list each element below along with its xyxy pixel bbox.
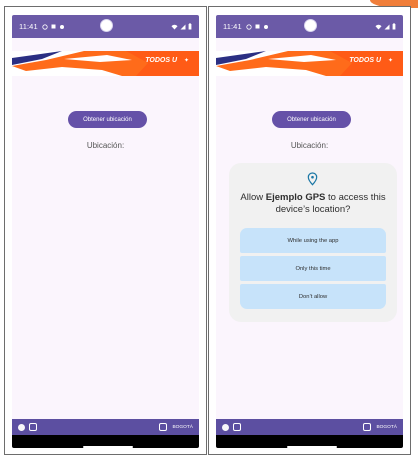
footer-right-logos: BOGOTÁ [363,423,397,431]
right-screenshot-frame: 11:41 TODOS U ✦ Obtener ubicación Ubicac… [208,6,411,455]
left-screenshot-frame: 11:41 TODOS U ✦ Obtener ubicación Ubicac… [4,6,207,455]
footer-bar: BOGOTÁ [216,419,403,435]
front-camera-icon [100,19,113,32]
status-time: 11:41 [223,22,242,31]
signal-icon [180,24,186,30]
phone-screen-left: 11:41 TODOS U ✦ Obtener ubicación Ubicac… [12,15,199,448]
footer-logo-icon [29,423,37,431]
location-label: Ubicación: [290,141,329,150]
status-left-icons [246,23,269,30]
wifi-icon [171,24,178,30]
header-banner: TODOS U ✦ [12,51,199,76]
banner-brand-text: TODOS U [349,57,381,64]
front-camera-icon [304,19,317,32]
footer-logo-icon [159,423,168,431]
square-icon [51,24,56,29]
home-handle[interactable] [287,446,337,448]
footer-logo-icon [222,423,229,431]
square-icon [255,24,260,29]
footer-logo-left-2 [233,423,241,431]
footer-brand-text: BOGOTÁ [376,424,397,430]
battery-icon [188,23,192,30]
footer-logo-right-1 [363,423,372,431]
battery-icon [392,23,396,30]
status-time: 11:41 [19,22,38,31]
status-right-icons [375,23,396,30]
status-right-icons [171,23,192,30]
banner-brand-text: TODOS U [145,57,177,64]
location-pin-icon [307,172,318,186]
footer-logo-left-1 [18,423,25,431]
while-using-app-button[interactable]: While using the app [240,228,386,253]
footer-logo-left-2 [29,423,37,431]
get-location-button[interactable]: Obtener ubicación [272,111,351,128]
footer-brand-text: BOGOTÁ [172,424,193,430]
notification-icon [42,23,48,30]
only-this-time-button[interactable]: Only this time [240,256,386,281]
footer-logo-right-1 [159,423,168,431]
banner-decoration-icon: ✦ [183,58,189,64]
footer-logo-icon [233,423,241,431]
comparison-canvas: 11:41 TODOS U ✦ Obtener ubicación Ubicac… [0,0,418,461]
footer-logo-left-1 [222,423,229,431]
location-label: Ubicación: [86,141,125,150]
footer-logo-right-2: BOGOTÁ [172,425,193,430]
footer-right-logos: BOGOTÁ [159,423,193,431]
footer-logo-icon [18,423,25,431]
footer-left-logos [18,423,37,431]
status-bar: 11:41 [216,15,403,38]
banner-decoration-icon: ✦ [387,58,393,64]
header-banner: TODOS U ✦ [216,51,403,76]
location-permission-dialog: Allow Ejemplo GPS to access this device’… [229,163,397,322]
status-bar: 11:41 [12,15,199,38]
wifi-icon [375,24,382,30]
footer-bar: BOGOTÁ [12,419,199,435]
circle-icon [59,24,65,30]
status-left-icons [42,23,65,30]
notification-icon [246,23,252,30]
home-handle[interactable] [83,446,133,448]
footer-logo-icon [363,423,372,431]
app-name: Ejemplo GPS [265,192,326,203]
signal-icon [384,24,390,30]
footer-logo-right-2: BOGOTÁ [376,425,397,430]
phone-screen-right: 11:41 TODOS U ✦ Obtener ubicación Ubicac… [216,15,403,448]
get-location-button[interactable]: Obtener ubicación [68,111,147,128]
footer-left-logos [222,423,241,431]
permission-prompt: Allow Ejemplo GPS to access this device’… [239,192,387,216]
circle-icon [263,24,269,30]
permission-prefix: Allow [240,192,266,203]
dont-allow-button[interactable]: Don’t allow [240,284,386,309]
